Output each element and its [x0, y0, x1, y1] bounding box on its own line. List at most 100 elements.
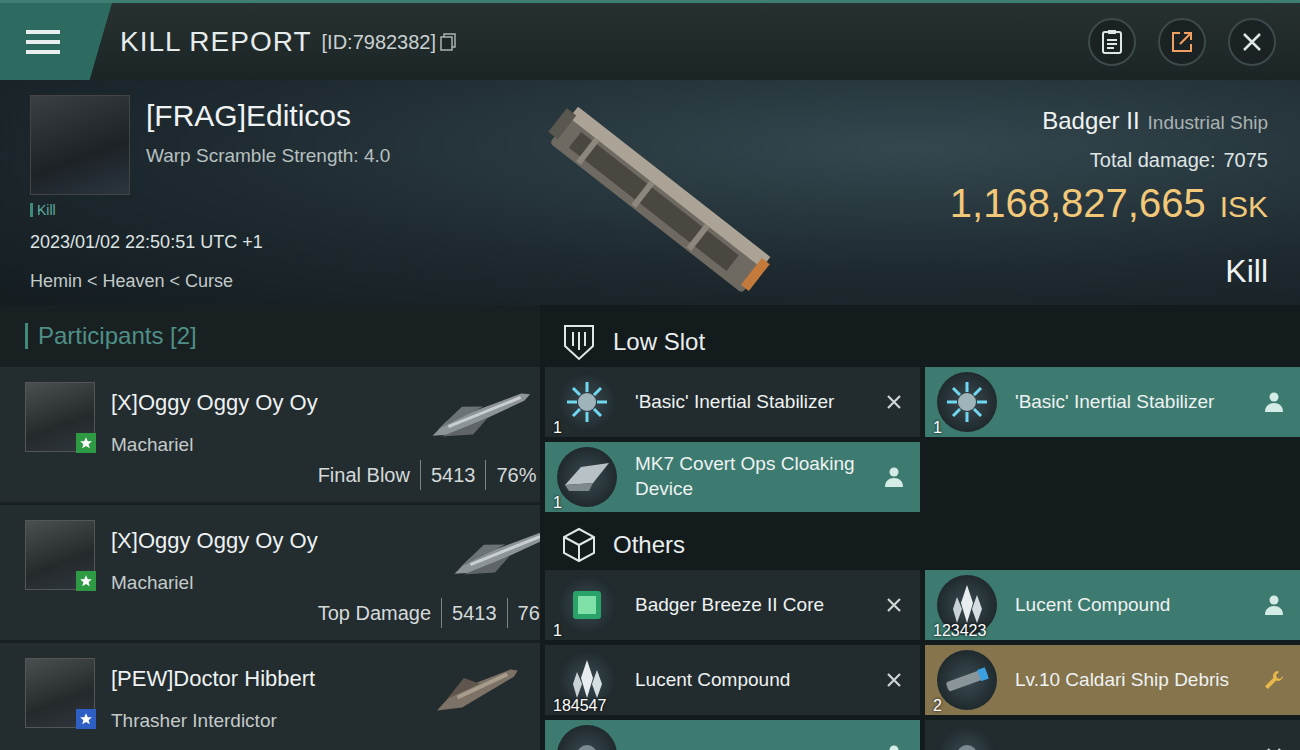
clipboard-icon[interactable] — [1101, 29, 1123, 55]
participant-stats: Top Damage 5413 76% — [318, 598, 540, 628]
item-row[interactable] — [925, 720, 1300, 750]
wrench-icon — [1262, 668, 1286, 692]
report-id-text: [ID:7982382] — [322, 27, 437, 57]
item-count: 1 — [933, 416, 942, 440]
item-count: 1 — [553, 491, 562, 515]
item-row[interactable]: 1 MK7 Covert Ops Cloaking Device — [545, 442, 920, 512]
report-button[interactable] — [1088, 18, 1136, 66]
ship-class: Industrial Ship — [1148, 109, 1268, 138]
item-icon — [557, 725, 617, 750]
item-name: Badger Breeze II Core — [635, 593, 882, 618]
item-icon: 184547 — [557, 650, 617, 710]
report-id: [ID:7982382] — [312, 27, 457, 57]
section-header: Others — [545, 520, 1300, 570]
participant-name: [PEW]Doctor Hibbert — [111, 662, 426, 695]
item-icon: 1 — [557, 575, 617, 635]
participant-damage: 5413 — [441, 598, 497, 628]
kill-time: 2023/01/02 22:50:51 UTC +1 — [30, 229, 510, 256]
ship-icon — [530, 95, 790, 305]
item-count: 123423 — [933, 619, 986, 643]
low-slot-icon — [559, 322, 599, 362]
warp-scramble: Warp Scramble Strength: 4.0 — [146, 142, 390, 171]
victim-portrait — [30, 95, 130, 195]
menu-icon[interactable] — [26, 29, 60, 55]
item-grid: 1 Badger Breeze II Core 123423 Lucent Compo… — [545, 570, 1300, 750]
item-count: 2 — [933, 694, 942, 718]
participant-portrait — [25, 382, 95, 452]
cube-icon — [559, 525, 599, 565]
destroyed-icon — [882, 593, 906, 617]
item-name: Lucent Compound — [635, 668, 882, 693]
participant-card[interactable]: [PEW]Doctor Hibbert Thrasher Interdictor — [0, 643, 540, 750]
item-row[interactable] — [545, 720, 920, 750]
kill-summary: Badger II Industrial Ship Total damage:707… — [950, 95, 1268, 305]
kill-result: Kill — [1225, 247, 1268, 295]
destroyed-icon — [882, 668, 906, 692]
fitting-panel: Low Slot1'Basic' Inertial Stabilizer1'Ba… — [545, 305, 1300, 750]
isk-value: 1,168,827,665 ISK — [950, 179, 1268, 227]
dropped-icon — [1262, 390, 1286, 414]
copy-icon[interactable] — [440, 33, 456, 51]
participants-header: Participants [2] — [0, 305, 540, 367]
star-icon — [79, 712, 93, 726]
participant-portrait — [25, 658, 95, 728]
participant-card[interactable]: [X]Oggy Oggy Oy Oy MacharielFinal Blow 541… — [0, 367, 540, 502]
kill-tag: Kill — [30, 203, 56, 217]
share-button[interactable] — [1158, 18, 1206, 66]
destroyed-icon — [882, 390, 906, 414]
ship-name: Badger II — [1042, 103, 1139, 139]
victim-details: [FRAG]Editicos Warp Scramble Strength: 4.… — [146, 95, 390, 195]
close-button[interactable] — [1228, 18, 1276, 66]
item-row[interactable]: 1 'Basic' Inertial Stabilizer — [545, 367, 920, 437]
item-name: Lucent Compound — [1015, 593, 1262, 618]
section-header: Low Slot — [545, 317, 1300, 367]
item-grid: 1 'Basic' Inertial Stabilizer 1 'Basic' Ine… — [545, 367, 1300, 512]
participant-card[interactable]: [X]Oggy Oggy Oy OyMacharielTop Damage541… — [0, 505, 540, 640]
ship-icon — [448, 520, 540, 584]
victim-name: [FRAG]Editicos — [146, 99, 390, 132]
item-icon: 1 — [557, 447, 617, 507]
total-damage: Total damage:7075 — [1090, 145, 1268, 175]
participant-ship: Machariel — [111, 431, 318, 460]
participant-info: [X]Oggy Oggy Oy Oy Machariel — [111, 382, 318, 490]
item-name: Lv.10 Caldari Ship Debris — [1015, 668, 1262, 693]
item-row[interactable]: 2 Lv.10 Caldari Ship Debris — [925, 645, 1300, 715]
participant-name: [X]Oggy Oggy Oy Oy — [111, 386, 318, 419]
dropped-icon — [1262, 593, 1286, 617]
item-row[interactable]: 1 'Basic' Inertial Stabilizer — [925, 367, 1300, 437]
ship-icon — [426, 658, 526, 722]
item-name: 'Basic' Inertial Stabilizer — [1015, 390, 1262, 415]
participant-role: Top Damage — [318, 598, 431, 628]
menu-button[interactable] — [0, 3, 112, 80]
participant-ship: Machariel — [111, 569, 318, 598]
rank-badge — [76, 571, 96, 591]
participant-role: Final Blow — [318, 460, 410, 490]
participant-percent: 76% — [507, 598, 540, 628]
share-icon[interactable] — [1170, 30, 1194, 54]
dropped-icon — [882, 465, 906, 489]
item-name: 'Basic' Inertial Stabilizer — [635, 390, 882, 415]
isk-amount: 1,168,827,665 — [950, 179, 1206, 227]
participants-title: Participants [2] — [25, 323, 197, 349]
isk-currency: ISK — [1220, 189, 1268, 225]
close-icon[interactable] — [1241, 31, 1263, 53]
item-count: 1 — [553, 619, 562, 643]
item-row[interactable]: 1 Badger Breeze II Core — [545, 570, 920, 640]
victim-identity: [FRAG]Editicos Warp Scramble Strength: 4.… — [30, 95, 510, 195]
item-row[interactable]: 123423 Lucent Compound — [925, 570, 1300, 640]
dropped-icon — [882, 743, 906, 750]
ship-icon — [426, 382, 536, 446]
item-icon — [937, 725, 997, 750]
item-name: MK7 Covert Ops Cloaking Device — [635, 452, 882, 501]
item-icon: 1 — [937, 372, 997, 432]
item-icon: 1 — [557, 372, 617, 432]
destroyed-icon — [1262, 743, 1286, 750]
participant-stats: Final Blow541376% — [318, 460, 537, 490]
item-count: 1 — [553, 416, 562, 440]
participant-ship: Thrasher Interdictor — [111, 707, 426, 736]
kill-location[interactable]: Hemin < Heaven < Curse — [30, 268, 510, 295]
rank-badge — [76, 433, 96, 453]
participant-damage: 5413 — [420, 460, 476, 490]
participant-portrait — [25, 520, 95, 590]
item-row[interactable]: 184547 Lucent Compound — [545, 645, 920, 715]
